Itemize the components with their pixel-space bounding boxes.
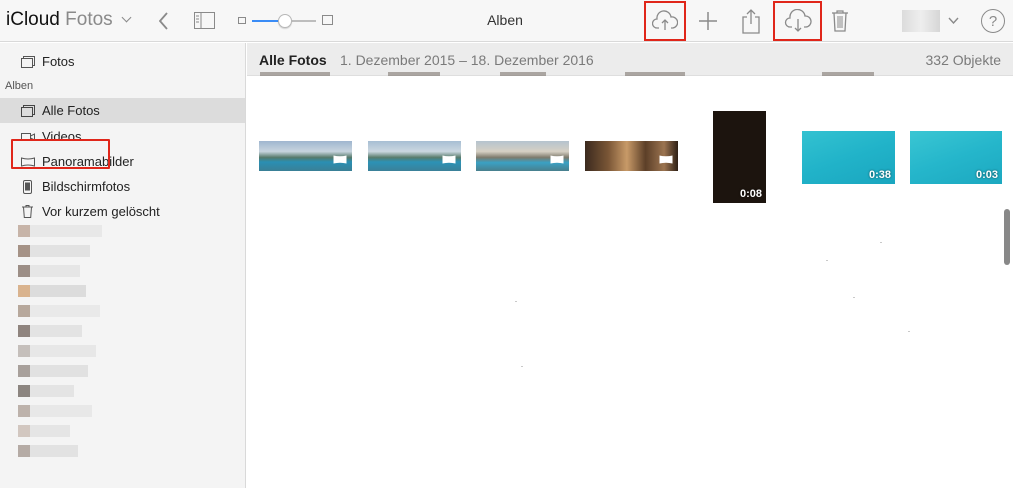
zoom-out-icon[interactable] [238, 17, 246, 24]
speck [880, 242, 882, 243]
sidebar-item-bildschirmfotos[interactable]: Bildschirmfotos [0, 174, 245, 199]
chevron-left-icon[interactable] [156, 11, 172, 31]
scrollbar[interactable] [1004, 209, 1010, 265]
partial-thumbnail[interactable] [822, 72, 874, 76]
photos-icon [20, 55, 35, 69]
partial-thumbnail[interactable] [260, 72, 330, 76]
chevron-down-icon [121, 12, 132, 23]
photo-thumbnail[interactable] [585, 141, 678, 171]
speck [908, 331, 910, 332]
sidebar-item-alle-fotos[interactable]: Alle Fotos [0, 98, 245, 123]
screenshot-icon [20, 179, 35, 194]
sidebar-item-label: Alle Fotos [42, 103, 100, 118]
help-label: ? [988, 12, 998, 30]
trash-icon [20, 205, 35, 219]
cloud-upload-icon[interactable] [644, 1, 686, 41]
sidebar: Fotos Alben Alle Fotos Videos Panoramabi… [0, 43, 246, 488]
partial-thumbnail[interactable] [500, 72, 546, 76]
avatar[interactable] [902, 10, 940, 32]
sidebar-item-label: Bildschirmfotos [42, 179, 131, 194]
help-icon[interactable]: ? [981, 9, 1005, 33]
sidebar-item-label: Fotos [42, 54, 75, 69]
video-duration: 0:03 [975, 169, 998, 181]
photo-thumbnail[interactable] [368, 141, 461, 171]
panorama-icon [659, 155, 673, 164]
album-icon [20, 104, 35, 118]
video-thumbnail[interactable]: 0:03 [910, 131, 1002, 184]
app-name: Fotos [65, 9, 113, 30]
panorama-icon [550, 155, 564, 164]
speck [826, 260, 828, 261]
video-duration: 0:08 [739, 188, 762, 200]
partial-thumbnail[interactable] [388, 72, 440, 76]
zoom-slider[interactable] [238, 13, 334, 29]
speck [853, 297, 855, 298]
photo-thumbnail[interactable] [259, 141, 352, 171]
sidebar-item-label: Vor kurzem gelöscht [42, 204, 160, 219]
speck [521, 366, 523, 367]
app-brand[interactable]: iCloud Fotos [6, 9, 132, 31]
page-title: Alben [487, 12, 523, 28]
blurred-album-list [18, 225, 114, 465]
date-range: 1. Dezember 2015 – 18. Dezember 2016 [340, 52, 594, 68]
alle-fotos-highlight [11, 139, 110, 169]
panorama-icon [442, 155, 456, 164]
video-thumbnail[interactable]: 0:38 [802, 131, 895, 184]
plus-icon[interactable] [696, 9, 720, 33]
zoom-in-icon[interactable] [322, 15, 333, 25]
item-count: 332 Objekte [925, 52, 1002, 68]
panorama-icon [333, 155, 347, 164]
video-thumbnail[interactable]: 0:08 [713, 111, 766, 203]
toolbar: iCloud Fotos Alben ? [0, 0, 1013, 42]
cloud-download-icon[interactable] [773, 1, 822, 41]
album-title: Alle Fotos [259, 52, 327, 68]
section-label-alben: Alben [5, 80, 34, 92]
photo-thumbnail[interactable] [476, 141, 569, 171]
sidebar-icon[interactable] [193, 11, 215, 29]
brand-name: iCloud [6, 9, 60, 30]
trash-icon[interactable] [829, 8, 851, 34]
share-icon[interactable] [740, 7, 762, 35]
sidebar-item-fotos[interactable]: Fotos [0, 49, 245, 74]
video-duration: 0:38 [868, 169, 891, 181]
speck [515, 301, 517, 302]
zoom-knob[interactable] [278, 14, 292, 28]
chevron-down-icon[interactable] [946, 14, 960, 26]
partial-thumbnail[interactable] [625, 72, 685, 76]
sidebar-item-vor-kurzem-geloescht[interactable]: Vor kurzem gelöscht [0, 199, 245, 224]
